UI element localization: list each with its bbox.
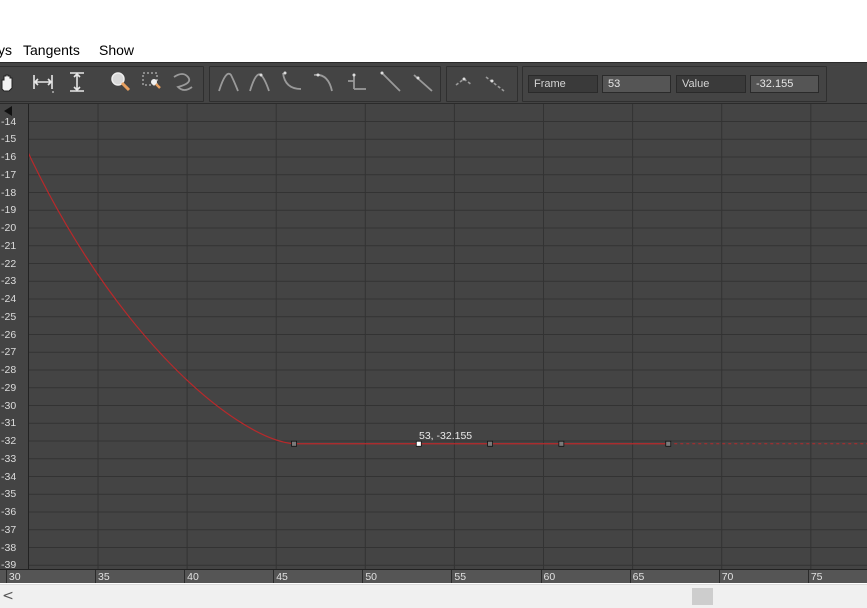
value-tick-label: -20 xyxy=(1,222,17,234)
tangent-step-icon[interactable] xyxy=(344,69,370,95)
value-tick-label: -35 xyxy=(1,488,17,501)
frame-tick xyxy=(451,570,453,583)
horizontal-scrollbar[interactable]: < xyxy=(0,584,867,608)
menu-item-keys[interactable]: ys xyxy=(0,42,12,58)
value-tick-label: -24 xyxy=(1,293,17,305)
menu-bar: ys Tangents Show xyxy=(0,40,867,62)
value-ruler: -14 -15 -16 -17 -18 -19 -20 -21 -22 -23 -24 -25 -26 -… xyxy=(0,104,29,571)
zoom-icon[interactable] xyxy=(108,69,134,95)
value-tick-label: -34 xyxy=(1,470,17,483)
value-tick-label: -29 xyxy=(1,381,17,394)
value-tick-label: -21 xyxy=(1,239,17,252)
value-tick-label: -19 xyxy=(1,204,17,217)
value-tick-label: -18 xyxy=(1,186,17,199)
frame-tick xyxy=(718,570,720,583)
value-tick-label: -38 xyxy=(1,541,17,554)
tangent-linear-icon[interactable] xyxy=(378,69,404,95)
frame-ruler[interactable]: 30 35 40 45 50 55 60 65 70 75 xyxy=(0,569,867,583)
value-tick-label: -23 xyxy=(1,275,17,288)
selected-key[interactable] xyxy=(415,440,422,447)
value-tick-label: -26 xyxy=(1,328,17,341)
menu-item-show[interactable]: Show xyxy=(99,42,134,58)
scroll-left-arrow-icon[interactable]: < xyxy=(0,585,16,607)
tangent-spline-icon[interactable] xyxy=(247,69,273,95)
value-tick-label: -28 xyxy=(1,364,17,376)
menu-item-tangents[interactable]: Tangents xyxy=(23,42,80,58)
value-tick-label: -17 xyxy=(1,168,17,181)
value-tick-label: -15 xyxy=(1,133,17,146)
frame-tick-label: 75 xyxy=(810,571,823,583)
frame-tick-label: 60 xyxy=(543,571,556,583)
value-tick-label: -22 xyxy=(1,257,17,270)
value-tick-label: -16 xyxy=(1,151,17,163)
collapse-arrow-icon[interactable] xyxy=(4,106,12,116)
value-tick-label: -37 xyxy=(1,523,17,536)
frame-tick xyxy=(540,570,542,583)
frame-label: Frame xyxy=(528,75,598,93)
frame-tick xyxy=(629,570,631,583)
curve-key[interactable] xyxy=(487,440,493,447)
value-tick-label: -36 xyxy=(1,506,17,518)
tangent-smooth-icon[interactable] xyxy=(410,69,436,95)
value-label: Value xyxy=(676,75,746,93)
frame-tick-label: 40 xyxy=(187,571,199,583)
unify-tangents-icon[interactable] xyxy=(482,69,508,95)
zoom-region-icon[interactable] xyxy=(140,69,166,95)
value-tick-label: -31 xyxy=(1,417,17,430)
value-tick-label: -30 xyxy=(1,399,17,412)
tangent-auto-icon[interactable] xyxy=(216,69,242,95)
frame-tick xyxy=(362,570,364,583)
frame-tick-label: 45 xyxy=(276,571,288,583)
curve-editor-toolbar: Frame 53 Value -32.155 xyxy=(0,62,867,104)
frame-tick-label: 30 xyxy=(8,571,21,583)
value-tick-label: -32 xyxy=(1,435,17,447)
value-tick-label: -27 xyxy=(1,346,17,359)
curve-graph-canvas[interactable] xyxy=(0,104,867,569)
fit-vertical-icon[interactable] xyxy=(64,69,90,95)
frame-tick xyxy=(273,570,275,583)
curve-key[interactable] xyxy=(291,440,297,447)
value-tick-label: -33 xyxy=(1,452,17,465)
curve-graph-area[interactable] xyxy=(0,104,867,569)
fit-horizontal-icon[interactable] xyxy=(30,69,56,95)
selected-key-readout: 53, -32.155 xyxy=(419,430,473,442)
frame-tick xyxy=(184,570,186,583)
scroll-thumb[interactable] xyxy=(692,588,713,605)
break-tangents-icon[interactable] xyxy=(452,69,478,95)
value-tick-label: -25 xyxy=(1,310,17,323)
frame-tick xyxy=(95,570,97,583)
frame-tick-label: 70 xyxy=(721,571,734,583)
frame-tick-label: 65 xyxy=(632,571,645,583)
scale-values-icon[interactable] xyxy=(170,69,196,95)
frame-tick-label: 35 xyxy=(98,571,110,583)
value-tick-label: -14 xyxy=(1,115,17,128)
tangent-slow-icon[interactable] xyxy=(310,69,336,95)
tangent-fast-icon[interactable] xyxy=(279,69,305,95)
frame-input[interactable]: 53 xyxy=(602,75,671,93)
frame-tick-label: 55 xyxy=(454,571,467,583)
frame-tick xyxy=(5,570,7,583)
curve-key[interactable] xyxy=(665,440,672,447)
hand-pan-icon[interactable] xyxy=(0,69,20,95)
frame-tick xyxy=(807,570,809,583)
frame-tick-label: 50 xyxy=(365,571,377,583)
value-input[interactable]: -32.155 xyxy=(750,75,819,93)
curve-key[interactable] xyxy=(558,440,565,447)
